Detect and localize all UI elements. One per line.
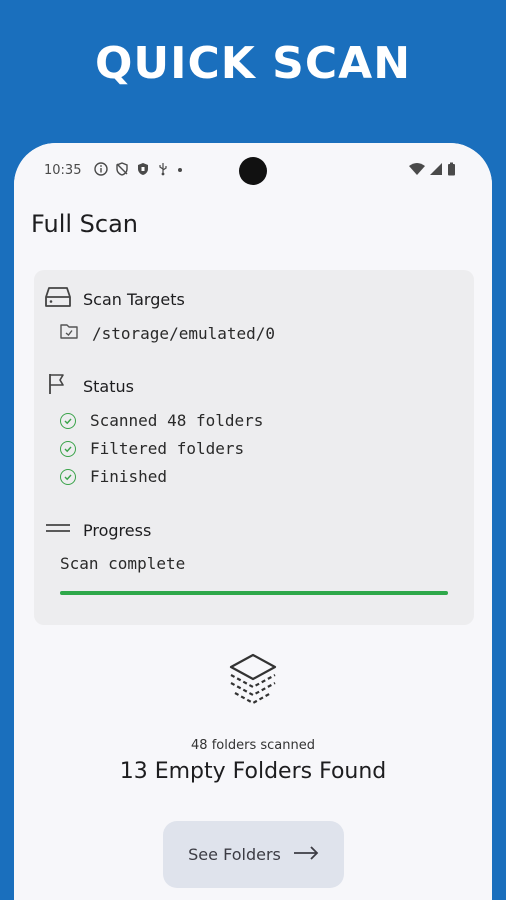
progress-status-text: Scan complete (60, 554, 185, 573)
progress-header: Progress (45, 517, 151, 543)
scan-target-item: /storage/emulated/0 (60, 323, 275, 343)
flag-icon (45, 373, 71, 399)
status-item: Filtered folders (60, 439, 244, 458)
status-bar: 10:35 (14, 143, 492, 199)
layers-icon-wrap (14, 651, 492, 712)
progress-label: Scan complete (60, 554, 186, 573)
see-folders-button[interactable]: See Folders (163, 821, 344, 888)
progress-bar (60, 591, 448, 595)
shield-icon (136, 162, 150, 180)
signal-icon (429, 162, 443, 180)
status-item-label: Filtered folders (90, 439, 245, 458)
promo-banner-title: QUICK SCAN (94, 38, 412, 89)
status-item: Finished (60, 467, 167, 486)
status-item-label: Scanned 48 folders (90, 411, 264, 430)
status-time: 10:35 (44, 163, 82, 178)
scan-target-path: /storage/emulated/0 (92, 323, 276, 343)
status-heading: Status (83, 376, 134, 396)
scan-details-card: Scan Targets /storage/emulated/0 Status (34, 270, 474, 625)
status-item: Scanned 48 folders (60, 411, 263, 430)
notification-dot-icon (176, 162, 184, 180)
usb-icon (157, 162, 169, 180)
battery-icon (447, 162, 456, 180)
progress-bar-fill (60, 591, 448, 595)
phone-frame: 10:35 Full Scan Scan Targets /storage/em… (14, 143, 492, 900)
app-screen: 10:35 Full Scan Scan Targets /storage/em… (14, 143, 492, 900)
status-item-label: Finished (90, 467, 168, 486)
status-header: Status (45, 373, 134, 399)
progress-heading: Progress (83, 520, 152, 540)
empty-folders-headline: 13 Empty Folders Found (119, 759, 387, 784)
info-icon (94, 162, 108, 180)
see-folders-label: See Folders (188, 845, 281, 864)
folders-scanned-count: 48 folders scanned (191, 738, 315, 753)
page-title: Full Scan (31, 210, 139, 238)
scan-targets-header: Scan Targets (45, 286, 185, 312)
folder-check-icon (60, 323, 78, 343)
arrow-right-icon (293, 845, 319, 864)
drive-icon (45, 286, 71, 312)
progress-lines-icon (45, 517, 71, 543)
check-circle-icon (60, 412, 76, 429)
check-circle-icon (60, 440, 76, 457)
check-circle-icon (60, 468, 76, 485)
scan-targets-heading: Scan Targets (83, 289, 185, 309)
wifi-icon (409, 162, 425, 180)
shield-off-icon (115, 162, 129, 180)
layers-icon (225, 653, 281, 711)
camera-cutout (239, 157, 267, 185)
